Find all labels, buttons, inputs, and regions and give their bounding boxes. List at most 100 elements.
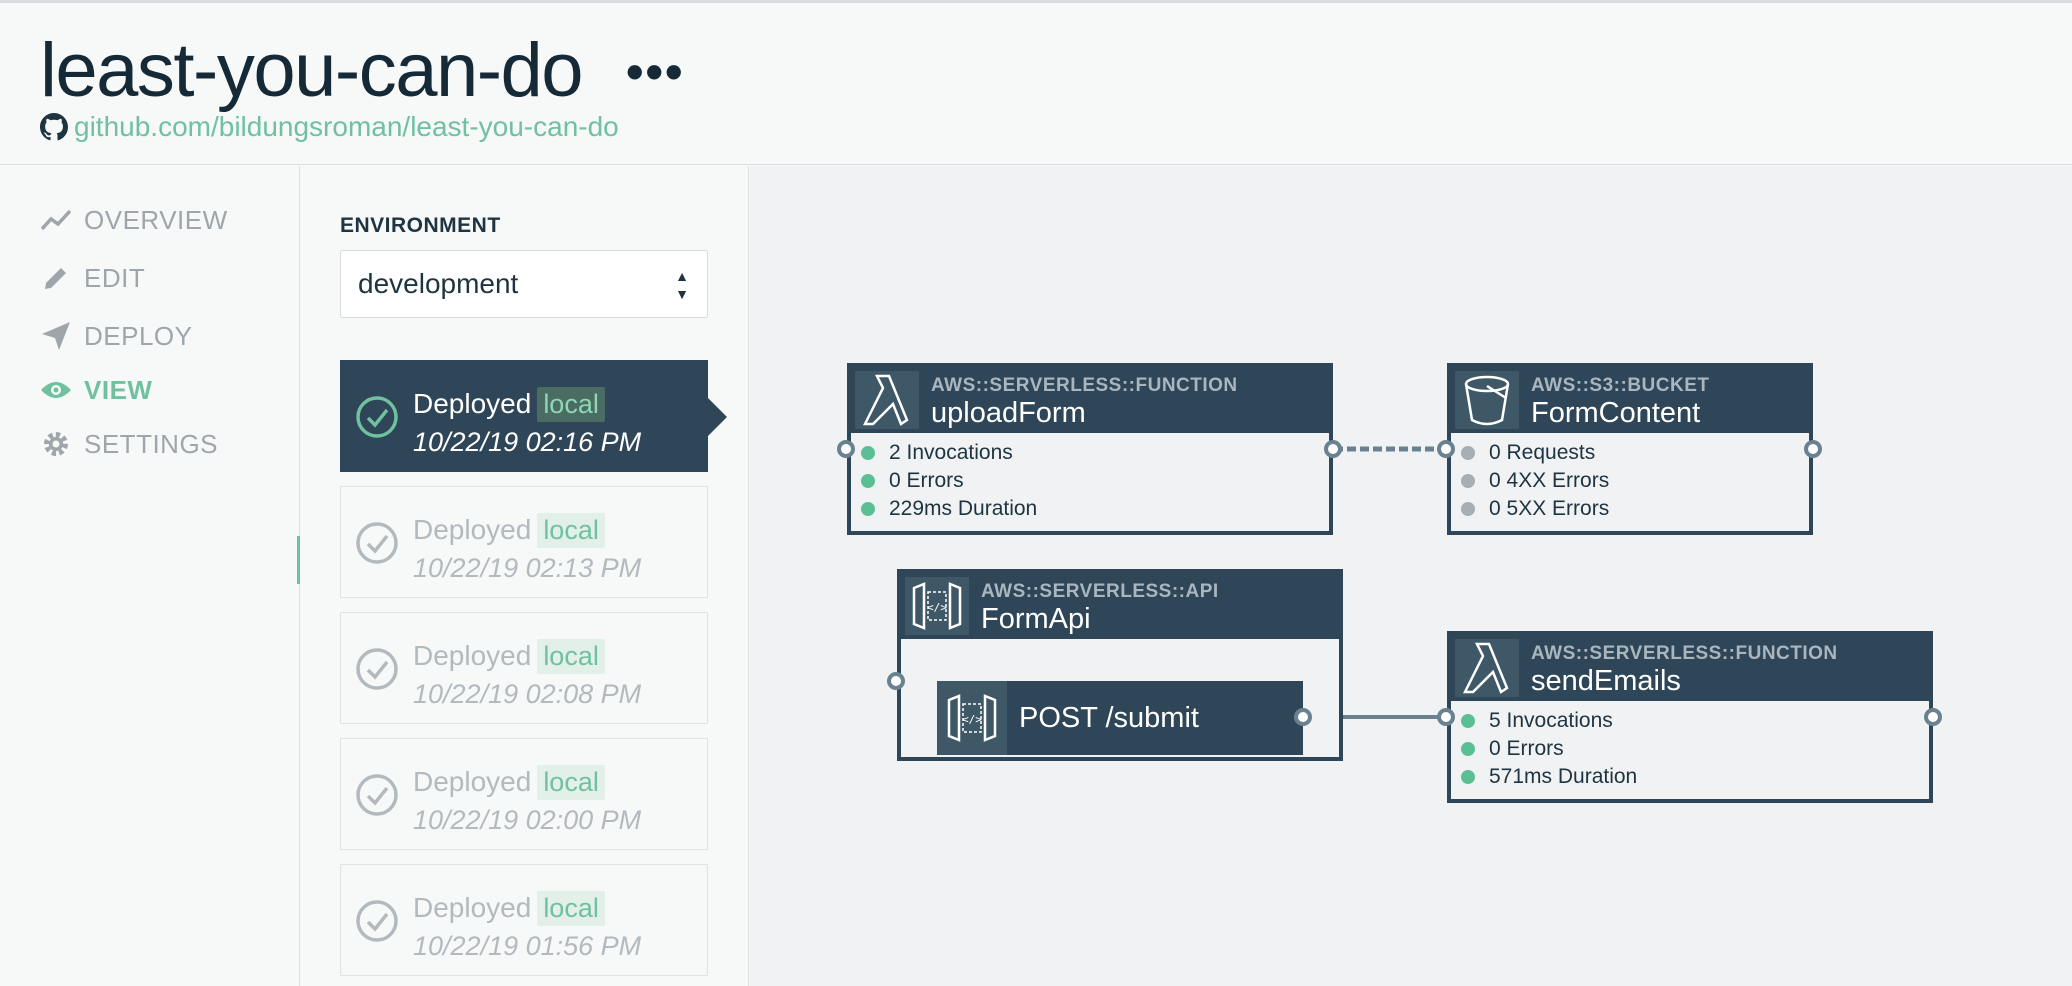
deployment-status: Deployed: [413, 514, 532, 545]
node-sendemails[interactable]: AWS::SERVERLESS::FUNCTION sendEmails 5 I…: [1447, 631, 1933, 803]
left-nav: OVERVIEW EDIT DEPLOY VIEW SETTINGS: [0, 166, 300, 986]
metric-text: 0 4XX Errors: [1489, 469, 1610, 492]
metric-row: 0 5XX Errors: [1461, 495, 1609, 523]
nav-item-deploy[interactable]: DEPLOY: [40, 316, 193, 356]
node-formapi[interactable]: </> AWS::SERVERLESS::API FormApi </> POS…: [897, 569, 1343, 761]
metric-row: 229ms Duration: [861, 495, 1037, 523]
port-submit-out[interactable]: [1294, 708, 1312, 726]
chart-line-icon: [40, 204, 72, 236]
status-dot: [861, 474, 875, 488]
check-circle-icon: [356, 900, 398, 942]
status-dot: [861, 446, 875, 460]
nav-item-label: SETTINGS: [84, 428, 219, 459]
deployment-tag: local: [537, 387, 605, 422]
node-type: AWS::SERVERLESS::FUNCTION: [1531, 643, 1838, 664]
metric-row: 0 4XX Errors: [1461, 467, 1609, 495]
route-post-submit[interactable]: </> POST /submit: [937, 681, 1303, 755]
node-metrics: 0 Requests 0 4XX Errors 0 5XX Errors: [1461, 439, 1609, 523]
deployment-item[interactable]: Deployed local 10/22/19 01:56 PM: [340, 864, 708, 976]
check-circle-icon: [356, 522, 398, 564]
status-dot: [1461, 446, 1475, 460]
selected-pointer: [707, 397, 727, 437]
port-formcontent-in[interactable]: [1437, 440, 1455, 458]
more-options-button[interactable]: •••: [626, 43, 685, 101]
nav-item-label: OVERVIEW: [84, 204, 228, 235]
port-formapi-in[interactable]: [887, 672, 905, 690]
svg-text:</>: </>: [962, 713, 982, 726]
deployment-tag: local: [537, 891, 605, 926]
eye-icon: [40, 374, 72, 406]
metric-text: 0 5XX Errors: [1489, 497, 1610, 520]
deployment-status: Deployed: [413, 766, 532, 797]
deployment-time: 10/22/19 02:13 PM: [413, 553, 642, 583]
api-route-icon: </>: [937, 681, 1007, 755]
deployments-panel: ENVIRONMENT development ▲ ▼ Deployed local…: [301, 166, 749, 986]
status-dot: [1461, 474, 1475, 488]
metric-text: 571ms Duration: [1489, 765, 1638, 788]
node-name: sendEmails: [1531, 665, 1681, 697]
route-label: POST /submit: [1019, 701, 1199, 734]
metric-text: 229ms Duration: [889, 497, 1038, 520]
node-metrics: 2 Invocations 0 Errors 229ms Duration: [861, 439, 1037, 523]
node-type: AWS::SERVERLESS::FUNCTION: [931, 375, 1238, 396]
repo-link[interactable]: github.com/bildungsroman/least-you-can-d…: [74, 111, 619, 143]
deployment-item[interactable]: Deployed local 10/22/19 02:16 PM: [340, 360, 727, 472]
paper-plane-icon: [40, 320, 72, 352]
deployment-status: Deployed: [413, 892, 532, 923]
metric-row: 0 Errors: [861, 467, 1037, 495]
port-sendemails-in[interactable]: [1437, 708, 1455, 726]
node-type: AWS::S3::BUCKET: [1531, 375, 1710, 396]
deployment-item[interactable]: Deployed local 10/22/19 02:00 PM: [340, 738, 708, 850]
metric-text: 2 Invocations: [889, 441, 1013, 464]
check-circle-icon: [356, 396, 398, 438]
nav-item-label: DEPLOY: [84, 320, 193, 351]
node-name: FormContent: [1531, 397, 1701, 429]
status-dot: [1461, 742, 1475, 756]
nav-item-settings[interactable]: SETTINGS: [40, 424, 218, 464]
api-gateway-icon: </>: [905, 577, 969, 635]
deployment-item[interactable]: Deployed local 10/22/19 02:08 PM: [340, 612, 708, 724]
node-type: AWS::SERVERLESS::API: [981, 581, 1219, 602]
deployment-time: 10/22/19 02:00 PM: [413, 805, 642, 835]
check-circle-icon: [356, 774, 398, 816]
deployment-tag: local: [537, 513, 605, 548]
lambda-icon: [1455, 639, 1519, 697]
node-name: uploadForm: [931, 397, 1086, 429]
metric-text: 0 Errors: [1489, 737, 1564, 760]
metric-row: 2 Invocations: [861, 439, 1037, 467]
status-dot: [1461, 714, 1475, 728]
status-dot: [861, 502, 875, 516]
metric-text: 0 Requests: [1489, 441, 1596, 464]
nav-item-view[interactable]: VIEW: [40, 370, 152, 410]
app-header: least-you-can-do ••• github.com/bildungs…: [0, 3, 2072, 165]
check-circle-icon: [356, 648, 398, 690]
deployment-tag: local: [537, 765, 605, 800]
port-uploadform-in[interactable]: [837, 440, 855, 458]
port-formcontent-out[interactable]: [1804, 440, 1822, 458]
metric-row: 5 Invocations: [1461, 707, 1637, 735]
node-uploadform[interactable]: AWS::SERVERLESS::FUNCTION uploadForm 2 I…: [847, 363, 1333, 535]
port-uploadform-out[interactable]: [1324, 440, 1342, 458]
lambda-icon: [855, 371, 919, 429]
deployment-item[interactable]: Deployed local 10/22/19 02:13 PM: [340, 486, 708, 598]
port-sendemails-out[interactable]: [1924, 708, 1942, 726]
node-name: FormApi: [981, 603, 1091, 635]
nav-item-edit[interactable]: EDIT: [40, 258, 145, 298]
svg-text:</>: </>: [927, 601, 947, 614]
pencil-icon: [40, 262, 72, 294]
deployment-time: 10/22/19 02:16 PM: [413, 427, 642, 457]
environment-selected-value: development: [358, 268, 519, 299]
deployment-tag: local: [537, 639, 605, 674]
deployment-status: Deployed: [413, 640, 532, 671]
status-dot: [1461, 502, 1475, 516]
select-arrows-icon: ▲ ▼: [675, 268, 689, 302]
active-nav-indicator: [297, 536, 300, 584]
github-icon: [40, 113, 68, 141]
deployment-time: 10/22/19 01:56 PM: [413, 931, 642, 961]
app-title: least-you-can-do: [40, 28, 584, 113]
environment-select[interactable]: development ▲ ▼: [340, 250, 708, 318]
nav-item-label: EDIT: [84, 262, 146, 293]
bucket-icon: [1455, 371, 1519, 429]
node-formcontent[interactable]: AWS::S3::BUCKET FormContent 0 Requests 0…: [1447, 363, 1813, 535]
nav-item-overview[interactable]: OVERVIEW: [40, 200, 228, 240]
